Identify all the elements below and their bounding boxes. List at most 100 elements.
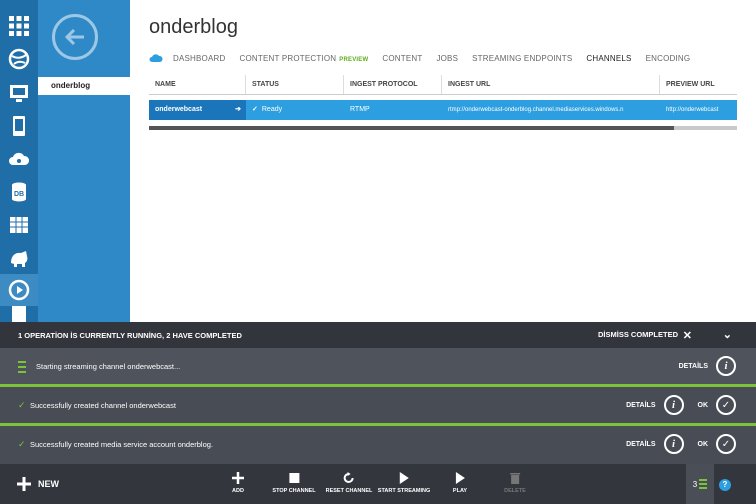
operation-actions: DETAİLS i xyxy=(679,348,736,384)
tab-encoding[interactable]: ENCODING xyxy=(646,54,691,63)
in-progress-icon xyxy=(18,361,26,373)
plus-icon xyxy=(232,472,244,484)
tab-content-protection[interactable]: CONTENT PROTECTION PREVIEW xyxy=(239,54,368,63)
channel-name: onderwebcast xyxy=(155,106,203,113)
stop-channel-button[interactable]: STOP CHANNEL xyxy=(272,472,316,494)
column-header-preview-url[interactable]: PREVIEW URL xyxy=(660,75,737,94)
ok-button[interactable]: OK xyxy=(698,441,709,448)
new-button[interactable]: NEW xyxy=(16,476,59,492)
mobile-services-icon[interactable] xyxy=(0,110,38,142)
left-nav-rail: DB xyxy=(0,0,38,322)
preview-badge: PREVIEW xyxy=(339,56,369,63)
page-title: onderblog xyxy=(149,16,238,38)
back-button[interactable] xyxy=(52,14,98,60)
info-icon[interactable]: i xyxy=(716,356,736,376)
column-header-ingest-url[interactable]: INGEST URL xyxy=(442,75,660,94)
chevron-down-icon[interactable]: ⌄ xyxy=(723,328,732,341)
cell-ingest-url: rtmp://onderwebcast-onderblog.channel.me… xyxy=(448,107,624,113)
operation-row-running: Starting streaming channel onderwebcast.… xyxy=(0,348,756,387)
cell-preview-url: http://onderwebcast xyxy=(666,107,719,113)
tab-jobs[interactable]: JOBS xyxy=(436,54,458,63)
start-streaming-button[interactable]: START STREAMING xyxy=(378,472,430,494)
operation-text: Successfully created channel onderwebcas… xyxy=(30,401,176,410)
operation-row-completed: ✓ Successfully created channel onderwebc… xyxy=(0,387,756,426)
web-sites-icon[interactable] xyxy=(0,43,38,75)
operation-text: Successfully created media service accou… xyxy=(30,440,214,449)
details-button[interactable]: DETAİLS xyxy=(626,441,655,448)
ok-check-icon[interactable]: ✓ xyxy=(716,434,736,454)
status-text: Ready xyxy=(261,106,283,113)
row-arrow-icon[interactable]: ➔ xyxy=(235,100,241,120)
horizontal-scrollbar[interactable] xyxy=(149,126,737,130)
quick-start-cloud-icon[interactable] xyxy=(149,53,163,63)
media-services-icon[interactable] xyxy=(0,274,38,306)
stop-channel-label: STOP CHANNEL xyxy=(272,488,316,494)
operation-actions: DETAİLS i OK ✓ xyxy=(626,387,736,423)
cell-name[interactable]: onderwebcast ➔ xyxy=(149,100,246,120)
svg-text:DB: DB xyxy=(14,191,24,198)
operations-list-icon xyxy=(699,479,708,489)
success-check-icon: ✓ xyxy=(18,439,26,449)
operation-row-completed: ✓ Successfully created media service acc… xyxy=(0,426,756,465)
table-row[interactable]: onderwebcast ➔ ✓ Ready RTMP rtmp://onderw… xyxy=(149,100,737,120)
hdinsight-icon[interactable] xyxy=(0,242,38,274)
operations-header: 1 OPERATİON İS CURRENTLY RUNNİNG, 2 HAVE… xyxy=(0,322,756,348)
add-button[interactable]: ADD xyxy=(232,472,244,494)
details-button[interactable]: DETAİLS xyxy=(626,402,655,409)
delete-label: DELETE xyxy=(504,488,526,494)
trash-icon xyxy=(509,473,520,484)
sql-databases-icon[interactable]: DB xyxy=(0,176,38,208)
add-label: ADD xyxy=(232,488,244,494)
back-arrow-icon xyxy=(64,28,84,46)
operations-count-button[interactable]: 3 xyxy=(686,464,714,504)
table-header: NAME STATUS INGEST PROTOCOL INGEST URL P… xyxy=(149,75,737,95)
details-button[interactable]: DETAİLS xyxy=(679,363,708,370)
reports-icon[interactable] xyxy=(0,306,38,322)
ok-check-icon[interactable]: ✓ xyxy=(716,395,736,415)
column-header-name[interactable]: NAME xyxy=(149,75,246,94)
delete-button[interactable]: DELETE xyxy=(504,472,526,494)
info-icon[interactable]: i xyxy=(663,395,684,415)
check-icon: ✓ xyxy=(252,106,258,113)
column-header-status[interactable]: STATUS xyxy=(246,75,344,94)
tab-content[interactable]: CONTENT xyxy=(382,54,422,63)
tab-dashboard[interactable]: DASHBOARD xyxy=(173,54,225,63)
reset-icon xyxy=(344,472,354,483)
start-streaming-label: START STREAMING xyxy=(377,488,431,494)
all-items-icon[interactable] xyxy=(0,10,38,42)
cell-status: ✓ Ready xyxy=(246,100,344,120)
close-icon[interactable]: ✕ xyxy=(683,329,692,342)
help-icon[interactable]: ? xyxy=(719,479,731,491)
new-button-label: NEW xyxy=(38,479,59,489)
stop-icon xyxy=(288,473,299,483)
tab-streaming-endpoints[interactable]: STREAMING ENDPOINTS xyxy=(472,54,572,63)
operation-actions: DETAİLS i OK ✓ xyxy=(626,426,736,462)
column-header-ingest-protocol[interactable]: INGEST PROTOCOL xyxy=(344,75,442,94)
reset-channel-button[interactable]: RESET CHANNEL xyxy=(325,472,373,494)
info-icon[interactable]: i xyxy=(663,434,684,454)
operations-summary: 1 OPERATİON İS CURRENTLY RUNNİNG, 2 HAVE… xyxy=(18,330,242,340)
play-icon xyxy=(455,472,465,484)
subnav-item-onderblog[interactable]: onderblog xyxy=(38,77,130,95)
service-nav-panel: onderblog xyxy=(38,0,130,322)
play-button[interactable]: PLAY xyxy=(453,472,467,494)
scrollbar-thumb[interactable] xyxy=(149,126,674,130)
operations-count: 3 xyxy=(692,479,698,489)
ok-button[interactable]: OK xyxy=(698,402,709,409)
operation-text: Starting streaming channel onderwebcast.… xyxy=(36,362,181,371)
virtual-machines-icon[interactable] xyxy=(0,77,38,109)
reset-channel-label: RESET CHANNEL xyxy=(325,488,373,494)
cell-ingest-protocol: RTMP xyxy=(350,106,370,113)
operations-panel: 1 OPERATİON İS CURRENTLY RUNNİNG, 2 HAVE… xyxy=(0,322,756,465)
dismiss-completed-button[interactable]: DİSMİSS COMPLETED xyxy=(598,322,678,348)
plus-icon xyxy=(17,477,31,491)
cloud-services-icon[interactable] xyxy=(0,143,38,175)
play-icon xyxy=(399,472,409,484)
channels-table: NAME STATUS INGEST PROTOCOL INGEST URL P… xyxy=(149,75,737,130)
tab-bar: DASHBOARD CONTENT PROTECTION PREVIEW CONT… xyxy=(149,52,704,64)
command-bar: NEW ADD STOP CHANNEL RESET CHANNEL START… xyxy=(0,464,756,504)
tab-content-protection-label: CONTENT PROTECTION xyxy=(239,53,337,63)
tab-channels[interactable]: CHANNELS xyxy=(586,54,631,63)
storage-icon[interactable] xyxy=(0,209,38,241)
main-content: onderblog DASHBOARD CONTENT PROTECTION PR… xyxy=(130,0,756,322)
